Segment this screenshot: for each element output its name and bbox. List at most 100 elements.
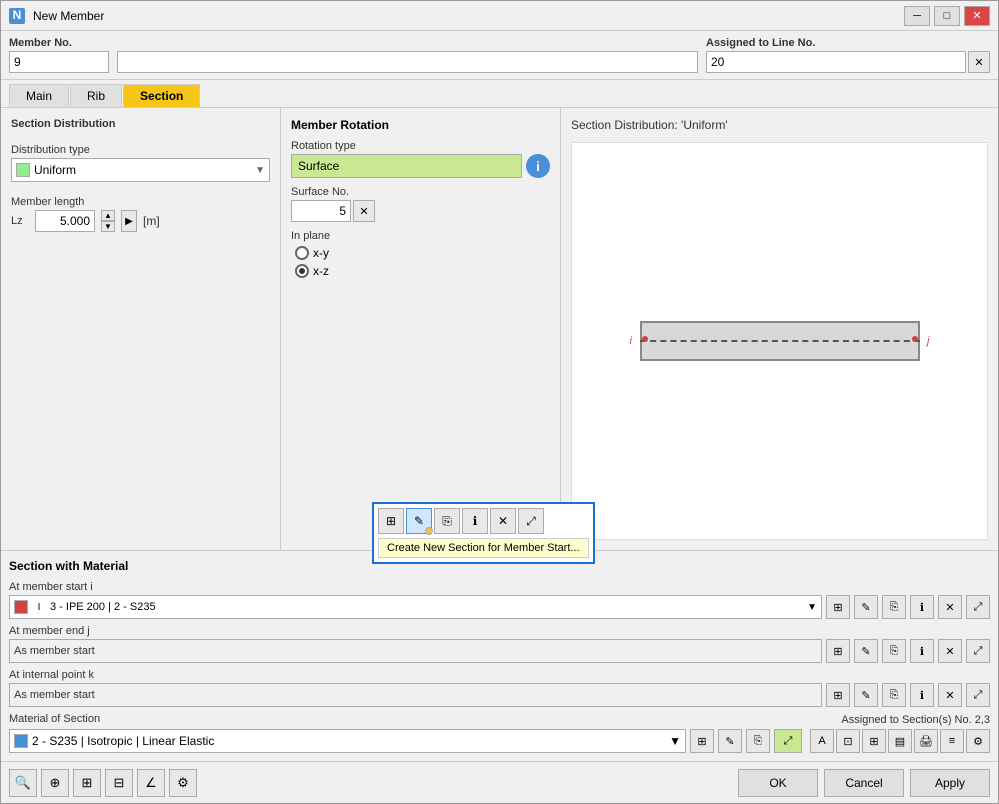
search-icon-btn[interactable]: 🔍 [9,769,37,797]
internal-point-btn2[interactable]: ✎ [854,683,878,707]
beam-dot-j [912,336,918,342]
radio-xz-circle [295,264,309,278]
maximize-button[interactable]: □ [934,6,960,26]
assigned-label: Assigned to Line No. [706,37,990,49]
lz-input-group: Lz ▲ ▼ ▶ [m] [11,210,270,232]
rotation-type-input: Surface [291,154,522,178]
internal-point-value: As member start [9,683,822,707]
tab-rib[interactable]: Rib [70,84,122,107]
popup-btn-info[interactable]: ℹ [462,508,488,534]
middle-field-input[interactable] [117,51,698,73]
material-controls: 2 - S235 | Isotropic | Linear Elastic ▼ … [9,729,990,753]
member-start-btn2[interactable]: ✎ [854,595,878,619]
lz-arrow-button[interactable]: ▶ [121,210,137,232]
member-start-section-icon: I [32,600,46,614]
beam-label-i: i [630,335,632,347]
member-start-row: At member start i I 3 - IPE 200 | 2 - S2… [9,581,990,619]
grid-icon-btn[interactable]: ⊞ [73,769,101,797]
material-btn1[interactable]: ⊞ [690,729,714,753]
internal-point-btn6[interactable]: ⤢ [966,683,990,707]
coords-icon-btn[interactable]: ⊕ [41,769,69,797]
member-no-input[interactable] [9,51,109,73]
extra-btn5[interactable]: 🖨 [914,729,938,753]
ok-button[interactable]: OK [738,769,818,797]
internal-point-row: At internal point k As member start ⊞ ✎ … [9,669,990,707]
radio-xz[interactable]: x-z [295,264,550,278]
rotation-info-button[interactable]: i [526,154,550,178]
internal-point-btn4[interactable]: ℹ [910,683,934,707]
popup-btn-link[interactable]: ⤢ [518,508,544,534]
inplane-radio-group: x-y x-z [291,246,550,278]
material-btn2[interactable]: ✎ [718,729,742,753]
material-btn3[interactable]: ⎘ [746,729,770,753]
member-start-label: At member start i [9,581,990,593]
tab-section[interactable]: Section [123,84,200,107]
extra-btn4[interactable]: ▤ [888,729,912,753]
member-end-btn4[interactable]: ℹ [910,639,934,663]
settings-icon-btn[interactable]: ⚙ [169,769,197,797]
extra-btn7[interactable]: ⚙ [966,729,990,753]
snap-icon-btn[interactable]: ⊟ [105,769,133,797]
close-button[interactable]: ✕ [964,6,990,26]
internal-point-btn5[interactable]: ✕ [938,683,962,707]
angle-icon-btn[interactable]: ∠ [137,769,165,797]
member-start-btn4[interactable]: ℹ [910,595,934,619]
popup-btn-new[interactable]: ✎ [406,508,432,534]
distribution-color-indicator [16,163,30,177]
radio-xy[interactable]: x-y [295,246,550,260]
popup-btn-library[interactable]: ⊞ [378,508,404,534]
popup-btn-copy[interactable]: ⎘ [434,508,460,534]
member-start-btn3[interactable]: ⎘ [882,595,906,619]
member-start-btn6[interactable]: ⤢ [966,595,990,619]
extra-btn2[interactable]: ⊡ [836,729,860,753]
member-start-dropdown[interactable]: I 3 - IPE 200 | 2 - S235 ▼ [9,595,822,619]
lz-spin-buttons: ▲ ▼ [101,210,115,232]
assigned-input[interactable] [706,51,966,73]
member-end-btn1[interactable]: ⊞ [826,639,850,663]
member-start-btn5[interactable]: ✕ [938,595,962,619]
distribution-type-dropdown[interactable]: Uniform ▼ [11,158,270,182]
minimize-button[interactable]: ─ [904,6,930,26]
inplane-row: In plane x-y x-z [291,230,550,278]
bottom-bar: 🔍 ⊕ ⊞ ⊟ ∠ ⚙ OK Cancel Apply [1,761,998,803]
radio-xy-label: x-y [313,246,329,260]
internal-point-label: At internal point k [9,669,990,681]
member-end-btn5[interactable]: ✕ [938,639,962,663]
dialog-buttons: OK Cancel Apply [738,769,990,797]
member-end-btn3[interactable]: ⎘ [882,639,906,663]
lz-input[interactable] [35,210,95,232]
internal-point-btn3[interactable]: ⎘ [882,683,906,707]
material-color-indicator [14,734,28,748]
member-end-btn6[interactable]: ⤢ [966,639,990,663]
material-header: Material of Section Assigned to Section(… [9,713,990,727]
member-end-row: At member end j As member start ⊞ ✎ ⎘ ℹ … [9,625,990,663]
distribution-dropdown-arrow: ▼ [255,165,265,176]
lz-decrement-button[interactable]: ▼ [101,221,115,232]
apply-button[interactable]: Apply [910,769,990,797]
top-panels: Section Distribution Distribution type U… [1,108,998,550]
internal-point-btn1[interactable]: ⊞ [826,683,850,707]
cancel-button[interactable]: Cancel [824,769,904,797]
tab-main[interactable]: Main [9,84,69,107]
extra-btn6[interactable]: ≡ [940,729,964,753]
popup-tooltip: Create New Section for Member Start... [378,538,589,558]
surface-no-input-group: ✕ [291,200,550,222]
lz-label: Lz [11,215,29,227]
surface-no-clear-button[interactable]: ✕ [353,200,375,222]
material-assign-btn[interactable]: ⤢ [774,729,802,753]
extra-btn3[interactable]: ⊞ [862,729,886,753]
extra-btn1[interactable]: A [810,729,834,753]
member-start-btn1[interactable]: ⊞ [826,595,850,619]
inplane-label: In plane [291,230,550,242]
popup-btn-delete[interactable]: ✕ [490,508,516,534]
assigned-group: Assigned to Line No. ✕ [706,37,990,73]
lz-increment-button[interactable]: ▲ [101,210,115,221]
surface-no-input[interactable] [291,200,351,222]
beam-diagram: i j [630,311,930,371]
member-end-btn2[interactable]: ✎ [854,639,878,663]
svg-text:N: N [13,9,22,22]
surface-no-label: Surface No. [291,186,550,198]
material-dropdown[interactable]: 2 - S235 | Isotropic | Linear Elastic ▼ [9,729,686,753]
assigned-clear-button[interactable]: ✕ [968,51,990,73]
rotation-type-value: Surface [298,159,339,173]
